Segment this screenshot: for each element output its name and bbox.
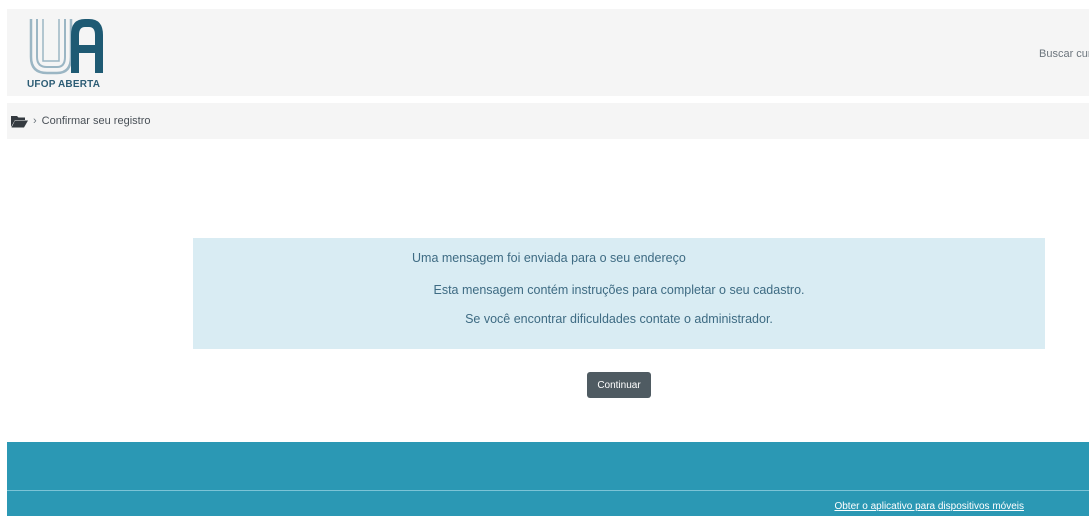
folder-open-icon[interactable] [11,115,28,128]
site-logo[interactable]: UFOP ABERTA [27,17,107,93]
notice-line-help: Se você encontrar dificuldades contate o… [465,312,773,326]
footer-divider [7,490,1089,491]
continue-button[interactable]: Continuar [587,372,651,398]
site-footer: Obter o aplicativo para dispositivos móv… [7,442,1089,516]
breadcrumb: › Confirmar seu registro [7,103,1089,139]
confirmation-notice: Uma mensagem foi enviada para o seu ende… [193,238,1045,349]
ua-logo-icon [29,19,103,75]
site-header: UFOP ABERTA Buscar cur [7,9,1089,96]
notice-line-sent: Uma mensagem foi enviada para o seu ende… [412,251,686,265]
notice-line-instructions: Esta mensagem contém instruções para com… [433,283,805,297]
breadcrumb-separator: › [33,115,37,127]
logo-text: UFOP ABERTA [27,79,101,90]
mobile-app-link[interactable]: Obter o aplicativo para dispositivos móv… [834,501,1024,512]
course-search-input[interactable]: Buscar cur [1039,48,1089,68]
breadcrumb-current: Confirmar seu registro [41,115,151,127]
